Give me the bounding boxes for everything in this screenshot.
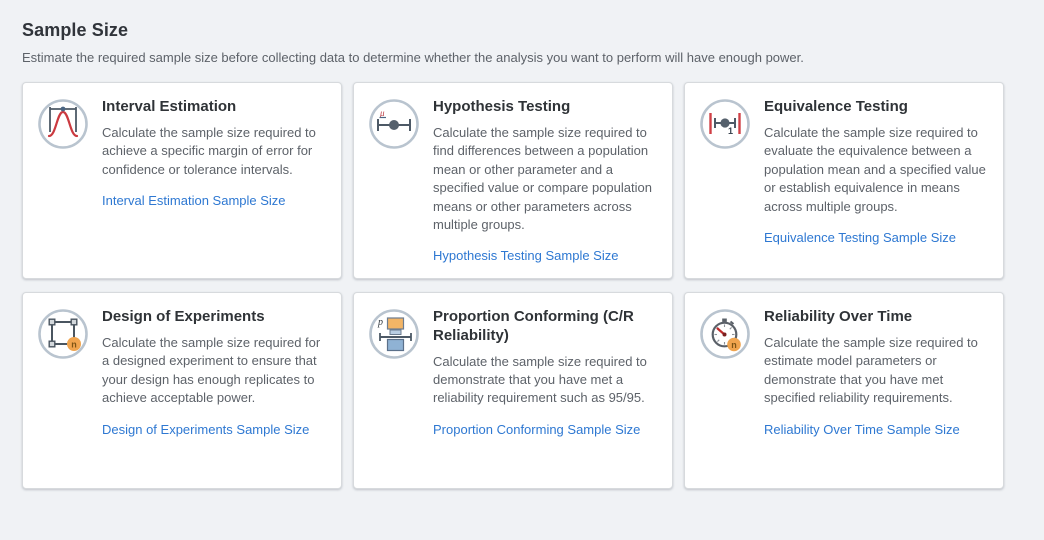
page-title: Sample Size [22, 20, 1044, 41]
card-equivalence-testing: 1 Equivalence Testing Calculate the samp… [684, 82, 1004, 279]
card-title: Hypothesis Testing [433, 98, 657, 117]
card-proportion-conforming: p Proportion Conforming (C/R Reliability… [353, 292, 673, 489]
card-description: Calculate the sample size required for a… [102, 334, 326, 408]
svg-text:n: n [731, 340, 737, 350]
card-description: Calculate the sample size required to fi… [433, 124, 657, 235]
card-hypothesis-testing: μ Hypothesis Testing Calculate the sampl… [353, 82, 673, 279]
svg-text:n: n [71, 339, 77, 349]
equivalence-testing-sample-size-link[interactable]: Equivalence Testing Sample Size [764, 230, 956, 245]
card-title: Interval Estimation [102, 98, 326, 117]
cards-grid: Interval Estimation Calculate the sample… [22, 82, 1044, 489]
proportion-conforming-sample-size-link[interactable]: Proportion Conforming Sample Size [433, 422, 640, 437]
sample-size-page: Sample Size Estimate the required sample… [0, 0, 1044, 489]
design-of-experiments-sample-size-link[interactable]: Design of Experiments Sample Size [102, 422, 309, 437]
card-description: Calculate the sample size required to de… [433, 353, 657, 408]
card-title: Reliability Over Time [764, 308, 988, 327]
hypothesis-testing-icon: μ [368, 98, 420, 150]
hypothesis-testing-sample-size-link[interactable]: Hypothesis Testing Sample Size [433, 248, 618, 263]
equivalence-testing-icon: 1 [699, 98, 751, 150]
page-subtitle: Estimate the required sample size before… [22, 50, 1044, 65]
card-reliability-over-time: n Reliability Over Time Calculate the sa… [684, 292, 1004, 489]
svg-text:p: p [377, 317, 383, 328]
svg-text:1: 1 [728, 126, 733, 136]
card-description: Calculate the sample size required to ev… [764, 124, 988, 216]
reliability-over-time-icon: n [699, 308, 751, 360]
design-of-experiments-icon: n [37, 308, 89, 360]
svg-text:μ: μ [379, 108, 385, 118]
card-design-of-experiments: n Design of Experiments Calculate the sa… [22, 292, 342, 489]
card-description: Calculate the sample size required to ac… [102, 124, 326, 179]
proportion-conforming-icon: p [368, 308, 420, 360]
reliability-over-time-sample-size-link[interactable]: Reliability Over Time Sample Size [764, 422, 960, 437]
card-title: Equivalence Testing [764, 98, 988, 117]
card-title: Proportion Conforming (C/R Reliability) [433, 308, 657, 346]
interval-estimation-sample-size-link[interactable]: Interval Estimation Sample Size [102, 193, 286, 208]
interval-estimation-icon [37, 98, 89, 150]
card-description: Calculate the sample size required to es… [764, 334, 988, 408]
card-interval-estimation: Interval Estimation Calculate the sample… [22, 82, 342, 279]
card-title: Design of Experiments [102, 308, 326, 327]
